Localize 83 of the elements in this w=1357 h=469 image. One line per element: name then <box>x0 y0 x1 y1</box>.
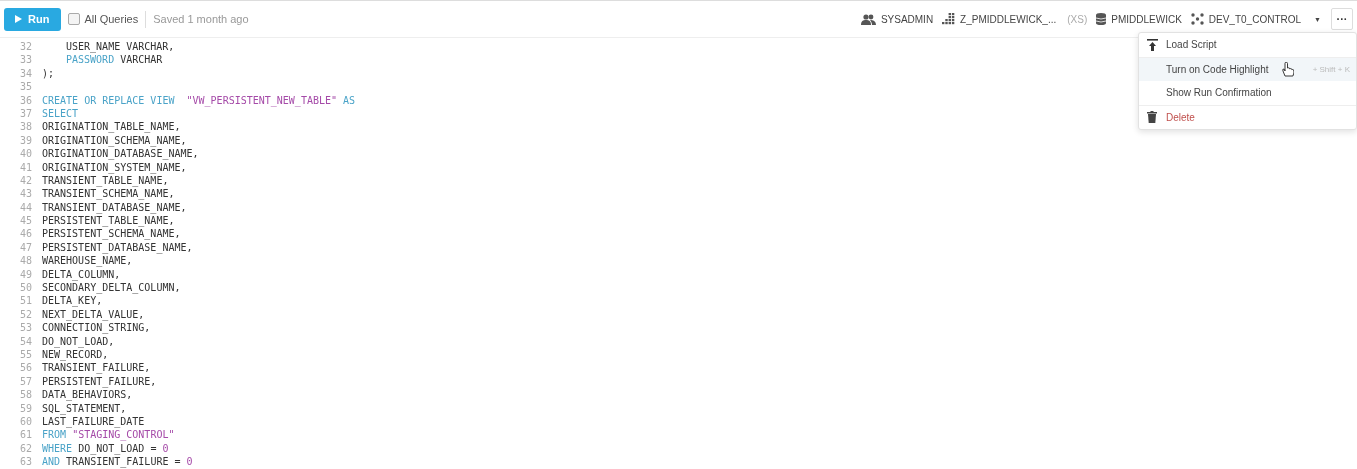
checkbox-label: All Queries <box>84 13 139 25</box>
code-line: TRANSIENT_FAILURE, <box>42 361 151 375</box>
line-number: 42 <box>18 173 33 188</box>
line-number: 55 <box>18 348 33 362</box>
line-number: 41 <box>18 160 33 174</box>
code-line: CREATE OR REPLACE VIEW "VW_PERSISTENT_NEW_TABLE" AS <box>42 93 356 107</box>
line-number: 50 <box>18 281 33 295</box>
all-queries-checkbox[interactable] <box>68 13 81 25</box>
menu-item[interactable]: Delete <box>1139 104 1356 129</box>
trash-icon <box>1147 111 1157 124</box>
grid-icon <box>942 13 956 25</box>
line-number: 53 <box>18 321 33 335</box>
line-number: 63 <box>18 455 33 469</box>
code-line: ); <box>42 66 55 81</box>
code-line: PERSISTENT_FAILURE, <box>42 374 157 389</box>
code-line: TRANSIENT_SCHEMA_NAME, <box>42 187 175 201</box>
code-line: DATA_BEHAVIORS, <box>42 388 133 402</box>
code-line: SELECT <box>42 106 79 121</box>
code-line: PASSWORD VARCHAR <box>66 53 163 67</box>
more-button[interactable]: ··· <box>1331 8 1353 30</box>
code-line: TRANSIENT_TABLE_NAME, <box>42 174 169 188</box>
code-line: NEW_RECORD, <box>42 348 109 362</box>
line-number: 47 <box>18 240 33 255</box>
line-number: 51 <box>18 294 33 308</box>
code-line: DO_NOT_LOAD, <box>42 334 115 348</box>
nodes-icon <box>1190 13 1204 25</box>
code-line: DELTA_KEY, <box>42 294 103 308</box>
line-number: 57 <box>18 374 33 389</box>
line-number: 46 <box>18 227 33 241</box>
line-number: 61 <box>18 428 33 442</box>
line-number: 43 <box>18 187 33 201</box>
code-line: PERSISTENT_SCHEMA_NAME, <box>42 227 181 241</box>
code-line: ORIGINATION_SYSTEM_NAME, <box>42 160 187 174</box>
code-line: ORIGINATION_TABLE_NAME, <box>42 120 181 134</box>
context-label[interactable]: DEV_T0_CONTROL <box>1208 13 1302 25</box>
code-line: CONNECTION_STRING, <box>42 321 151 335</box>
line-number: 45 <box>18 214 33 228</box>
line-number: 59 <box>18 401 33 415</box>
code-line: PERSISTENT_TABLE_NAME, <box>42 214 175 228</box>
line-number: 36 <box>18 93 33 107</box>
code-line: DELTA_COLUMN, <box>42 267 121 282</box>
code-line: WAREHOUSE_NAME, <box>42 254 133 268</box>
upload-icon <box>1147 38 1158 51</box>
line-number: 34 <box>18 66 33 81</box>
line-number: 38 <box>18 120 33 134</box>
code-line: ORIGINATION_SCHEMA_NAME, <box>42 133 187 148</box>
code-line: FROM "STAGING_CONTROL" <box>42 428 175 442</box>
play-icon <box>15 15 22 23</box>
line-number: 62 <box>18 441 33 456</box>
line-number: 54 <box>18 334 33 348</box>
context-label[interactable]: PMIDDLEWICK <box>1111 13 1182 25</box>
line-number: 39 <box>18 133 33 148</box>
line-number: 32 <box>18 40 33 54</box>
code-line: ORIGINATION_DATABASE_NAME, <box>42 147 199 161</box>
code-line: SECONDARY_DELTA_COLUMN, <box>42 281 181 295</box>
code-line: AND TRANSIENT_FAILURE = 0 <box>42 455 193 469</box>
line-number: 52 <box>18 307 33 322</box>
menu-item[interactable]: Load Script <box>1139 33 1356 58</box>
code-line: NEXT_DELTA_VALUE, <box>42 307 145 322</box>
line-number: 48 <box>18 254 33 268</box>
database-icon <box>1096 13 1107 25</box>
menu-item[interactable]: Show Run Confirmation <box>1139 81 1356 105</box>
code-line: TRANSIENT_DATABASE_NAME, <box>42 200 187 215</box>
line-number: 35 <box>18 80 33 94</box>
size-label: (XS) <box>1067 13 1088 25</box>
code-line: SQL_STATEMENT, <box>42 401 127 415</box>
code-line: LAST_FAILURE_DATE <box>42 415 145 429</box>
context-label[interactable]: Z_PMIDDLEWICK_... <box>960 13 1057 25</box>
line-number: 37 <box>18 106 33 121</box>
line-number: 56 <box>18 361 33 375</box>
context-label[interactable]: SYSADMIN <box>880 13 934 25</box>
users-icon <box>860 13 876 25</box>
saved-status: Saved 1 month ago <box>153 13 249 25</box>
code-line: USER_NAME VARCHAR, <box>66 40 175 54</box>
line-number: 33 <box>18 53 33 67</box>
line-number: 49 <box>18 267 33 282</box>
hand-cursor-icon <box>1282 61 1295 77</box>
line-number: 58 <box>18 388 33 402</box>
line-number: 40 <box>18 147 33 161</box>
line-number: 44 <box>18 200 33 215</box>
code-line: WHERE DO_NOT_LOAD = 0 <box>42 441 169 456</box>
code-line: PERSISTENT_DATABASE_NAME, <box>42 240 193 255</box>
line-number: 60 <box>18 414 33 429</box>
